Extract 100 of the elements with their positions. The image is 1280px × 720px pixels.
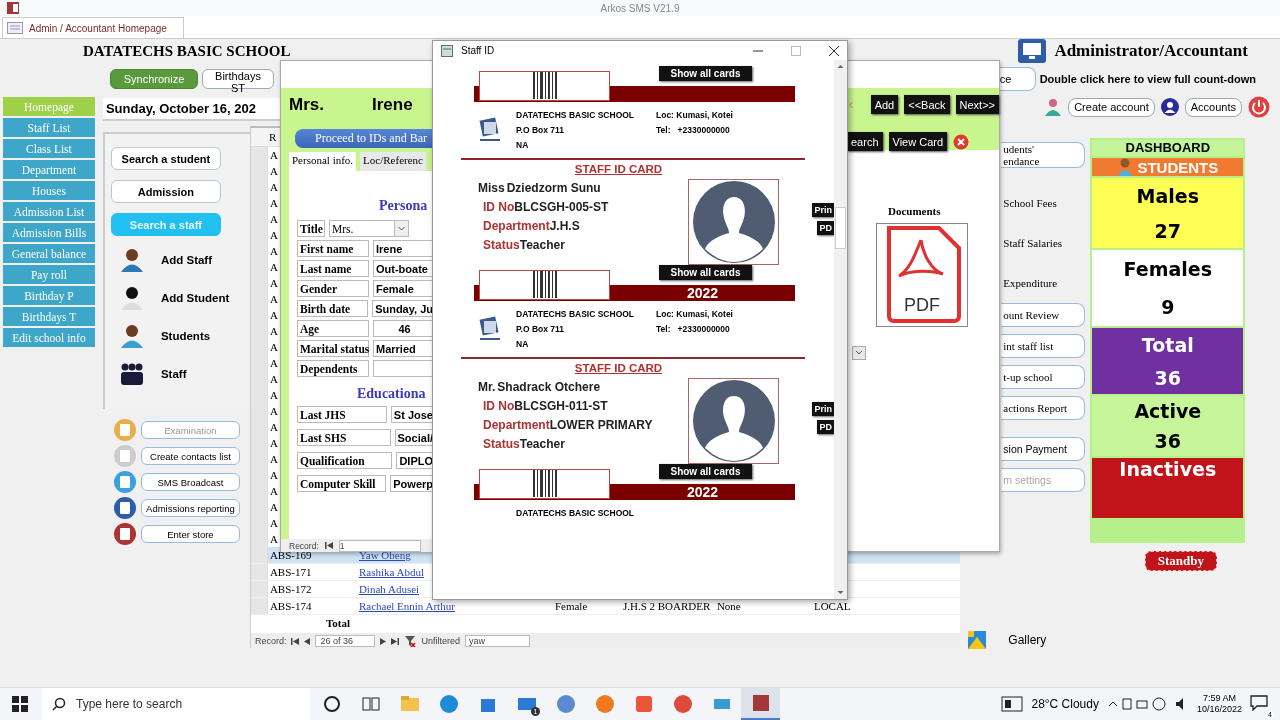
form-tab[interactable]: Loc/Referenc (360, 152, 426, 171)
shortcut-label[interactable]: Add Student (160, 292, 230, 304)
name-link[interactable]: Rachael Ennin Arthur (358, 600, 455, 612)
barcode-icon (532, 72, 557, 99)
navigation-button[interactable]: Next>> (955, 95, 999, 114)
person-icon[interactable] (118, 285, 145, 311)
form-tab[interactable]: Admin / Accountant Homepage (2, 17, 184, 38)
last-record-icon[interactable] (391, 637, 400, 645)
search-field[interactable]: Type here to search (42, 688, 310, 720)
show-all-cards-button[interactable]: Show all cards (659, 265, 752, 280)
navigation-button[interactable]: Add (870, 95, 899, 114)
menu-button[interactable]: actions Report (1001, 396, 1086, 420)
name-link[interactable]: Yaw Obeng (358, 549, 411, 561)
table-cell-text: ABS-169 (268, 549, 313, 561)
menu-button[interactable]: sion Payment (1001, 437, 1086, 461)
name-link[interactable]: Dinah Adusei (358, 583, 420, 595)
scrollbar-thumb[interactable] (835, 207, 846, 249)
table-cell-text: None (716, 600, 742, 612)
first-record-icon[interactable] (324, 542, 333, 549)
next-record-icon[interactable] (380, 637, 387, 645)
action-button[interactable]: Search a student (110, 147, 221, 170)
view-card-button[interactable]: View Card (888, 132, 948, 151)
form-tab[interactable]: Personal info. (289, 152, 357, 171)
weather-text[interactable]: 28°C Cloudy (1031, 697, 1099, 711)
standby-button[interactable]: Standby (1144, 551, 1217, 571)
navigation-button[interactable]: <<Back (904, 95, 950, 114)
start-icon[interactable] (12, 696, 28, 712)
person-icon[interactable] (118, 247, 145, 273)
menu-button[interactable]: Staff Salaries (1001, 225, 1086, 261)
countdown-link[interactable]: Double click here to view full count-down (1039, 73, 1256, 85)
table-cell: A (269, 341, 278, 353)
card-heading: STAFF ID CARD (574, 163, 663, 175)
table-cell: A (269, 213, 278, 225)
row-selector[interactable] (250, 564, 268, 580)
gallery-icon[interactable] (968, 631, 987, 649)
row-selector[interactable] (250, 147, 268, 163)
print-button[interactable]: PD (817, 420, 834, 434)
menu-button[interactable]: Expenditure (1001, 265, 1086, 301)
create-account-button[interactable]: Create account (1068, 97, 1155, 117)
total-label: Total (325, 617, 350, 629)
shortcut-label[interactable]: Students (160, 330, 211, 342)
shortcut-label[interactable]: Add Staff (160, 254, 213, 266)
tool-button[interactable]: Admissions reporting (140, 499, 240, 517)
record-position-field[interactable]: 1 (338, 539, 421, 552)
table-cell: A (269, 293, 278, 305)
menu-button[interactable]: int staff list (1001, 334, 1086, 358)
group-icon[interactable] (118, 361, 145, 387)
show-all-cards-button[interactable]: Show all cards (659, 464, 752, 479)
table-cell: A (269, 485, 278, 497)
menu-button[interactable]: ount Review (1001, 303, 1086, 327)
action-button[interactable]: Admission (110, 180, 221, 203)
print-button[interactable]: PD (817, 221, 834, 235)
circle-icon[interactable] (321, 694, 342, 714)
gallery-label[interactable]: Gallery (1008, 633, 1047, 647)
field-label: ID No (483, 200, 515, 214)
record-position-field[interactable]: 26 of 36 (315, 635, 376, 647)
notification-icon[interactable] (1250, 694, 1268, 711)
field-label: Title (297, 220, 325, 237)
menu-button[interactable]: t-up school (1001, 365, 1086, 389)
filter-icon[interactable] (404, 635, 417, 647)
clock[interactable]: 7:59 AM 10/16/2022 (1196, 693, 1242, 715)
print-button[interactable]: Prin (812, 203, 834, 217)
task-view-icon[interactable] (360, 694, 381, 714)
proceed-button[interactable]: Proceed to IDs and Bar (295, 129, 433, 148)
weather-icon[interactable] (1001, 696, 1024, 712)
school-location: Loc: Kumasi, Kotei (656, 110, 733, 120)
name-link[interactable]: Rashika Abdul (358, 566, 424, 578)
menu-button[interactable]: udents' endance (1001, 142, 1086, 168)
app-icon[interactable] (633, 694, 654, 714)
power-icon[interactable] (1248, 96, 1270, 118)
first-record-icon[interactable] (291, 637, 300, 645)
pdf-document-button[interactable]: PDF (876, 223, 968, 327)
tool-button[interactable]: Enter store (140, 525, 240, 543)
print-button[interactable]: Prin (812, 402, 834, 416)
table-cell: A (269, 405, 278, 417)
menu-button[interactable]: School Fees (1001, 185, 1086, 221)
row-selector[interactable] (250, 598, 268, 614)
card-heading: STAFF ID CARD (574, 362, 663, 374)
person-icon[interactable] (118, 323, 145, 349)
tool-button[interactable]: Create contacts list (140, 447, 240, 465)
row-selector[interactable] (250, 547, 268, 563)
row-selector[interactable] (250, 581, 268, 597)
scrollbar[interactable] (834, 60, 847, 599)
maximize-icon[interactable] (791, 45, 801, 56)
stat-value: 36 (1154, 366, 1181, 389)
previous-record-icon[interactable] (304, 637, 311, 645)
staff-title: Mr. (478, 380, 496, 394)
table-cell: A (269, 149, 278, 161)
close-icon[interactable] (829, 45, 839, 56)
search-field[interactable]: yaw (464, 635, 530, 647)
shortcut-label[interactable]: Staff (160, 368, 187, 380)
accounts-button[interactable]: Accounts (1184, 97, 1242, 117)
title-dropdown[interactable]: Mrs. (329, 220, 409, 237)
section-heading: Educationa (356, 385, 427, 403)
tool-button[interactable]: SMS Broadcast (140, 473, 240, 491)
system-tray-icons[interactable] (1106, 697, 1167, 711)
school-name: DATATECHS BASIC SCHOOL (83, 42, 291, 60)
folder-icon[interactable] (399, 694, 420, 714)
show-all-cards-button[interactable]: Show all cards (659, 66, 752, 81)
search-button[interactable]: earch (847, 132, 883, 151)
